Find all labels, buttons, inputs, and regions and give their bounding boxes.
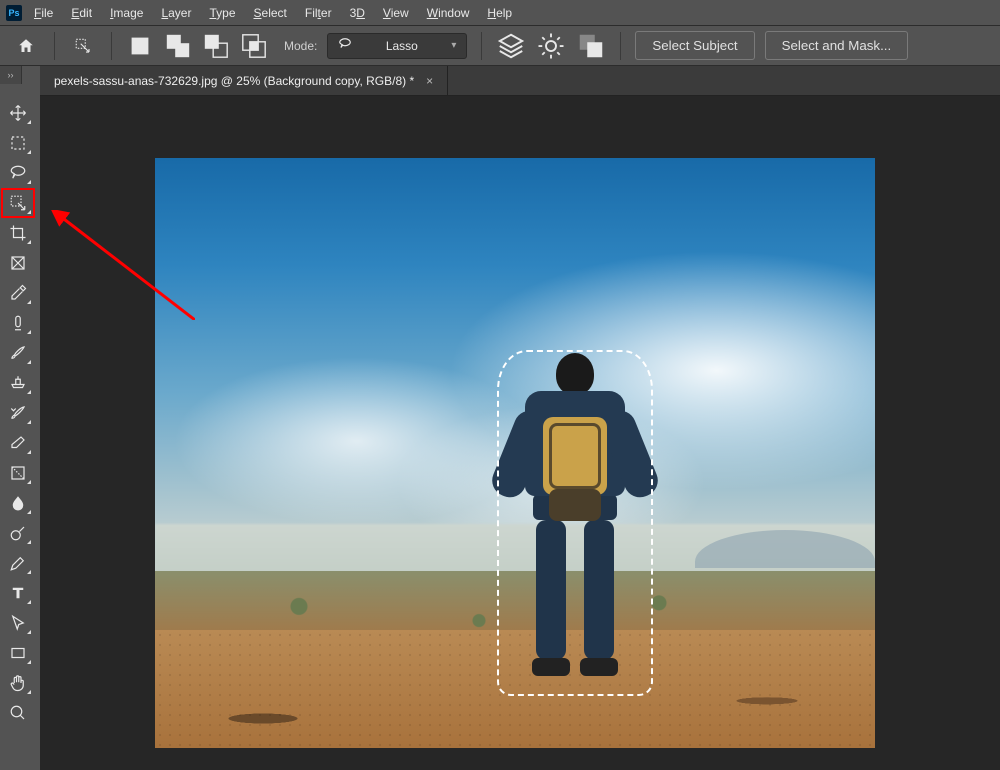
menu-bar: Ps File Edit Image Layer Type Select Fil… <box>0 0 1000 26</box>
eyedropper-tool[interactable] <box>3 280 33 306</box>
lasso-icon <box>338 37 352 54</box>
healing-brush-tool[interactable] <box>3 310 33 336</box>
mode-dropdown[interactable]: Lasso ▾ <box>327 33 467 59</box>
subtract-selection-icon[interactable] <box>202 32 230 60</box>
canvas-area[interactable] <box>40 96 1000 770</box>
intersect-selection-icon[interactable] <box>240 32 268 60</box>
menu-window[interactable]: Window <box>421 3 476 23</box>
object-subtract-icon[interactable] <box>576 31 606 61</box>
tool-preset-icon[interactable] <box>69 32 97 60</box>
move-tool[interactable] <box>3 100 33 126</box>
clone-stamp-tool[interactable] <box>3 370 33 396</box>
new-selection-icon[interactable] <box>126 32 154 60</box>
divider <box>620 32 621 60</box>
panel-expand-handle[interactable]: ›› <box>0 66 22 84</box>
frame-tool[interactable] <box>3 250 33 276</box>
document-tab-title: pexels-sassu-anas-732629.jpg @ 25% (Back… <box>54 74 414 88</box>
mode-value: Lasso <box>386 39 418 53</box>
document-tab[interactable]: pexels-sassu-anas-732629.jpg @ 25% (Back… <box>40 66 448 95</box>
home-button[interactable] <box>12 32 40 60</box>
select-subject-button[interactable]: Select Subject <box>635 31 754 60</box>
menu-layer[interactable]: Layer <box>155 3 197 23</box>
divider <box>111 32 112 60</box>
document-canvas[interactable] <box>155 158 875 748</box>
photo-subject <box>500 353 650 693</box>
history-brush-tool[interactable] <box>3 400 33 426</box>
dodge-tool[interactable] <box>3 520 33 546</box>
divider <box>481 32 482 60</box>
eraser-tool[interactable] <box>3 430 33 456</box>
pen-tool[interactable] <box>3 550 33 576</box>
menu-view[interactable]: View <box>377 3 415 23</box>
close-tab-icon[interactable]: × <box>426 74 433 88</box>
sample-all-layers-icon[interactable] <box>496 31 526 61</box>
mode-label: Mode: <box>284 39 317 53</box>
zoom-tool[interactable] <box>3 700 33 726</box>
tool-panel <box>0 94 36 726</box>
enhance-edge-icon[interactable] <box>536 31 566 61</box>
app-logo: Ps <box>6 5 22 21</box>
menu-help[interactable]: Help <box>481 3 518 23</box>
hand-tool[interactable] <box>3 670 33 696</box>
menu-image[interactable]: Image <box>104 3 149 23</box>
object-selection-tool[interactable] <box>3 190 33 216</box>
gradient-tool[interactable] <box>3 460 33 486</box>
menu-file[interactable]: File <box>28 3 59 23</box>
lasso-tool[interactable] <box>3 160 33 186</box>
menu-3d[interactable]: 3D <box>344 3 371 23</box>
menu-select[interactable]: Select <box>248 3 293 23</box>
rectangle-tool[interactable] <box>3 640 33 666</box>
blur-tool[interactable] <box>3 490 33 516</box>
crop-tool[interactable] <box>3 220 33 246</box>
type-tool[interactable] <box>3 580 33 606</box>
menu-edit[interactable]: Edit <box>65 3 98 23</box>
brush-tool[interactable] <box>3 340 33 366</box>
menu-type[interactable]: Type <box>203 3 241 23</box>
menu-filter[interactable]: Filter <box>299 3 338 23</box>
path-selection-tool[interactable] <box>3 610 33 636</box>
select-and-mask-button[interactable]: Select and Mask... <box>765 31 909 60</box>
marquee-tool[interactable] <box>3 130 33 156</box>
options-bar: Mode: Lasso ▾ Select Subject Select and … <box>0 26 1000 66</box>
chevron-down-icon: ▾ <box>451 40 456 51</box>
document-tab-bar: pexels-sassu-anas-732629.jpg @ 25% (Back… <box>40 66 1000 96</box>
divider <box>54 32 55 60</box>
add-selection-icon[interactable] <box>164 32 192 60</box>
